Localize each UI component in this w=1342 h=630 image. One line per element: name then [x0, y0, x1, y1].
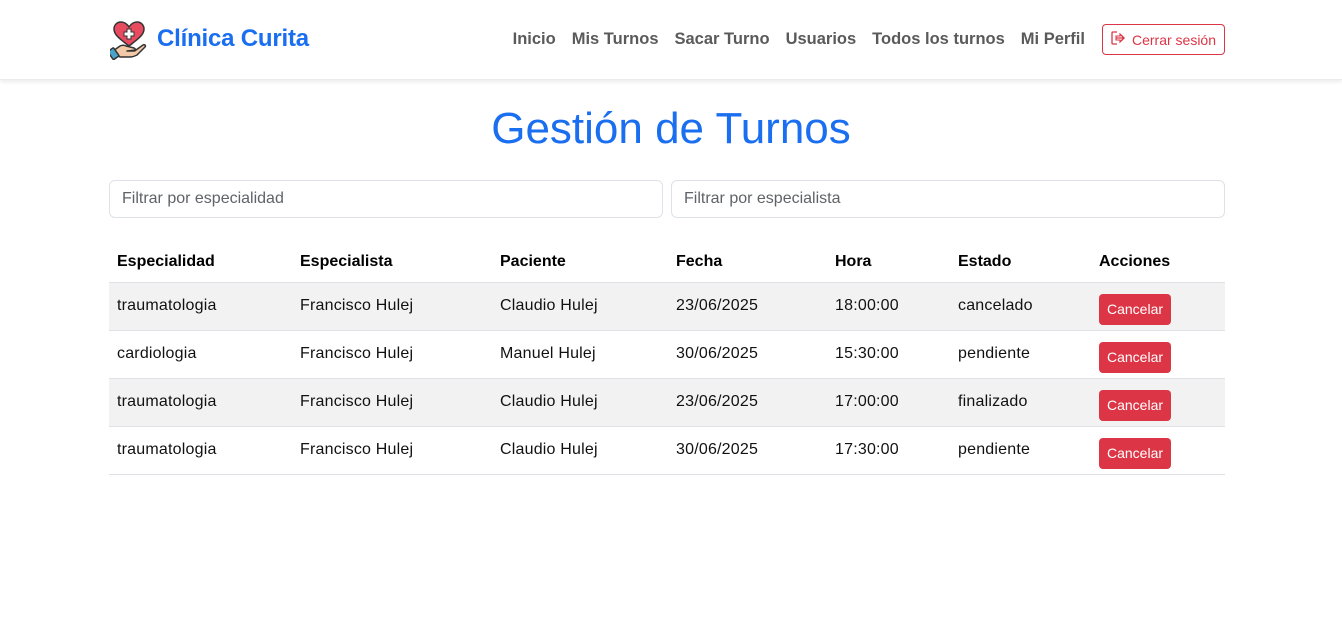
cell-especialista: Francisco Hulej [292, 281, 492, 330]
cell-paciente: Claudio Hulej [492, 281, 668, 330]
cell-especialista: Francisco Hulej [292, 329, 492, 378]
header-especialidad: Especialidad [117, 252, 215, 270]
turnos-table: Especialidad Especialista Paciente Fecha… [109, 242, 1225, 475]
table-row: cardiologia Francisco Hulej Manuel Hulej… [109, 329, 1225, 378]
cell-acciones: Cancelar [1091, 281, 1225, 330]
nav-mi-perfil[interactable]: Mi Perfil [1021, 30, 1085, 49]
cell-paciente: Claudio Hulej [492, 425, 668, 475]
cell-estado: cancelado [950, 281, 1091, 330]
brand-link[interactable]: Clínica Curita [107, 18, 309, 61]
cell-especialista: Francisco Hulej [292, 377, 492, 426]
nav-usuarios[interactable]: Usuarios [786, 30, 857, 49]
nav-inicio[interactable]: Inicio [513, 30, 556, 49]
cell-estado: pendiente [950, 329, 1091, 378]
table-row: traumatologia Francisco Hulej Claudio Hu… [109, 377, 1225, 426]
header-especialista: Especialista [300, 252, 393, 270]
cancel-turno-button[interactable]: Cancelar [1099, 341, 1172, 373]
table-row: traumatologia Francisco Hulej Claudio Hu… [109, 425, 1225, 475]
cancel-turno-button[interactable]: Cancelar [1099, 389, 1172, 421]
cell-hora: 17:30:00 [827, 425, 950, 475]
nav-sacar-turno[interactable]: Sacar Turno [675, 30, 770, 49]
brand-name: Clínica Curita [157, 25, 309, 52]
cell-estado: pendiente [950, 425, 1091, 475]
cancel-turno-button[interactable]: Cancelar [1099, 293, 1172, 325]
cell-estado: finalizado [950, 377, 1091, 426]
main-nav: Inicio Mis Turnos Sacar Turno Usuarios T… [513, 24, 1225, 55]
cell-acciones: Cancelar [1091, 377, 1225, 426]
page-title: Gestión de Turnos [491, 104, 851, 153]
cancel-turno-button[interactable]: Cancelar [1099, 437, 1172, 469]
nav-mis-turnos[interactable]: Mis Turnos [572, 30, 659, 49]
header-estado: Estado [958, 252, 1012, 270]
cell-especialidad: cardiologia [109, 329, 292, 378]
header-acciones: Acciones [1099, 252, 1171, 270]
cell-paciente: Manuel Hulej [492, 329, 668, 378]
table-header-row: Especialidad Especialista Paciente Fecha… [109, 242, 1225, 282]
cell-fecha: 30/06/2025 [668, 425, 827, 475]
filter-especialista-input[interactable] [671, 180, 1225, 218]
cell-fecha: 30/06/2025 [668, 329, 827, 378]
cell-especialidad: traumatologia [109, 281, 292, 330]
filter-especialidad-input[interactable] [109, 180, 663, 218]
heart-hand-logo-icon [107, 18, 148, 61]
cell-hora: 15:30:00 [827, 329, 950, 378]
logout-label: Cerrar sesión [1131, 31, 1216, 48]
logout-button[interactable]: Cerrar sesión [1101, 24, 1225, 55]
cell-especialidad: traumatologia [109, 425, 292, 475]
cell-paciente: Claudio Hulej [492, 377, 668, 426]
cell-acciones: Cancelar [1091, 425, 1225, 475]
header-paciente: Paciente [500, 252, 566, 270]
cell-fecha: 23/06/2025 [668, 281, 827, 330]
cell-hora: 17:00:00 [827, 377, 950, 426]
header-fecha: Fecha [676, 252, 723, 270]
cell-acciones: Cancelar [1091, 329, 1225, 378]
cell-fecha: 23/06/2025 [668, 377, 827, 426]
logout-icon [1111, 31, 1132, 48]
header-hora: Hora [835, 252, 872, 270]
table-row: traumatologia Francisco Hulej Claudio Hu… [109, 281, 1225, 330]
top-navbar: Clínica Curita Inicio Mis Turnos Sacar T… [0, 0, 1342, 80]
nav-todos-los-turnos[interactable]: Todos los turnos [872, 30, 1005, 49]
cell-especialidad: traumatologia [109, 377, 292, 426]
cell-especialista: Francisco Hulej [292, 425, 492, 475]
cell-hora: 18:00:00 [827, 281, 950, 330]
